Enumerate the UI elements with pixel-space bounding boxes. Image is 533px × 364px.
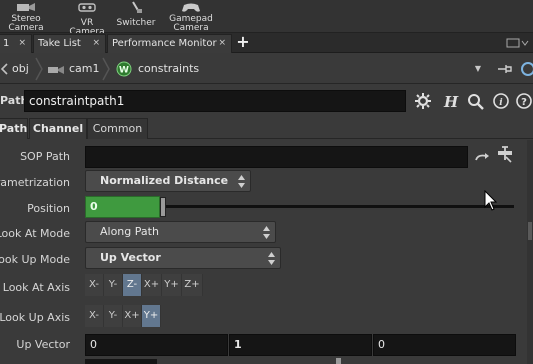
menu-value: Along Path	[100, 225, 159, 238]
up-down-arrows-icon	[238, 175, 245, 188]
sop-path-label: SOP Path	[20, 150, 70, 163]
look-at-axis-y-pos[interactable]: Y+	[162, 274, 182, 296]
breadcrumb-separator-icon	[102, 57, 110, 81]
tab-label: 1	[3, 38, 10, 49]
up-vector-z-field[interactable]: 0	[373, 334, 516, 356]
position-label: Position	[27, 202, 70, 215]
look-at-axis-z-neg[interactable]: Z-	[123, 274, 142, 296]
add-tab-button[interactable]: +	[235, 33, 251, 53]
parameter-folder-tabs: Path Channel Common	[0, 117, 533, 139]
mouse-cursor-icon	[484, 190, 498, 211]
tab-label: Take List	[38, 38, 81, 49]
look-at-axis-x-neg[interactable]: X-	[85, 274, 104, 296]
shelf-label: Camera	[8, 23, 44, 33]
look-up-axis-y-neg[interactable]: Y-	[104, 305, 123, 327]
tab-path[interactable]: Path	[0, 118, 28, 139]
pane-menu-icon[interactable]	[505, 36, 529, 50]
menu-value: Up Vector	[100, 251, 161, 264]
tab-common[interactable]: Common	[87, 118, 148, 139]
jump-arrow-icon[interactable]	[474, 151, 490, 163]
gamepad-camera-icon	[182, 3, 200, 12]
look-at-axis-x-pos[interactable]: X+	[142, 274, 162, 296]
position-field[interactable]: 0	[85, 196, 160, 218]
close-icon[interactable]: ×	[18, 35, 26, 52]
pin-icon[interactable]	[497, 62, 513, 76]
look-up-axis-x-pos[interactable]: X+	[123, 305, 142, 327]
look-at-mode-menu[interactable]: Along Path	[85, 221, 276, 243]
next-parameter-field[interactable]	[85, 359, 157, 364]
look-at-axis-label: Look At Axis	[2, 281, 70, 294]
breadcrumb-separator-icon	[35, 57, 43, 81]
breadcrumb-cam1[interactable]: cam1	[69, 60, 100, 78]
help-icon[interactable]: ?	[514, 92, 533, 110]
up-vector-label: Up Vector	[16, 338, 70, 351]
node-name-field[interactable]: constraintpath1	[24, 90, 406, 112]
look-up-mode-menu[interactable]: Up Vector	[85, 247, 281, 269]
svg-text:H: H	[443, 93, 459, 110]
look-at-axis-y-neg[interactable]: Y-	[104, 274, 123, 296]
close-icon[interactable]: ×	[218, 35, 226, 52]
chop-network-icon: W	[116, 61, 132, 77]
breadcrumb-constraints[interactable]: constraints	[138, 60, 199, 78]
tab-take-list[interactable]: Take List ×	[33, 34, 106, 53]
look-at-axis-z-pos[interactable]: Z+	[182, 274, 203, 296]
vr-camera-tool[interactable]: VR Camera	[62, 0, 112, 37]
info-icon[interactable]: i	[491, 92, 511, 110]
shelf-label: Switcher	[116, 18, 156, 28]
switcher-tool[interactable]: Switcher	[114, 0, 158, 33]
parametrization-menu[interactable]: Normalized Distance	[85, 170, 251, 192]
shelf-label: Camera	[173, 23, 209, 33]
sop-path-field[interactable]	[85, 146, 468, 168]
houdini-h-icon[interactable]: H	[440, 92, 460, 110]
path-bar: obj cam1 W constraints ▼	[0, 54, 533, 84]
up-vector-y-field[interactable]: 1	[229, 334, 372, 356]
position-slider-track[interactable]	[166, 205, 514, 208]
menu-value: Normalized Distance	[100, 174, 229, 187]
tab-performance-monitor[interactable]: Performance Monitor ×	[107, 34, 232, 53]
camera-icon	[48, 66, 64, 74]
gamepad-camera-tool[interactable]: Gamepad Camera	[166, 0, 216, 33]
tab-1[interactable]: 1 ×	[0, 34, 32, 53]
shelf-toolbar: Stereo Camera VR Camera Switcher Gamepad…	[0, 0, 533, 37]
gear-icon[interactable]	[413, 92, 433, 110]
look-at-mode-label: Look At Mode	[0, 227, 70, 240]
next-slider-handle[interactable]	[336, 358, 341, 364]
stereo-camera-tool[interactable]: Stereo Camera	[4, 0, 48, 33]
look-up-axis-toggles: X- Y- X+ Y+	[85, 305, 161, 327]
look-up-axis-y-pos[interactable]: Y+	[142, 305, 161, 327]
switcher-icon	[132, 1, 142, 13]
up-vector-x-field[interactable]: 0	[85, 334, 228, 356]
search-icon[interactable]	[466, 92, 486, 110]
pane-tab-bar: 1 × Take List × Performance Monitor × +	[0, 33, 533, 53]
stereo-camera-icon	[17, 3, 35, 11]
help-browser-icon[interactable]	[518, 61, 533, 77]
breadcrumb-obj[interactable]: obj	[12, 60, 29, 78]
scrollbar-thumb[interactable]	[528, 222, 532, 240]
close-icon[interactable]: ×	[92, 35, 100, 52]
tab-label: Performance Monitor	[112, 38, 217, 49]
vr-camera-icon	[78, 3, 96, 12]
arrow-left-icon[interactable]	[0, 63, 10, 75]
scrollbar-track[interactable]	[527, 140, 533, 364]
node-chooser-icon[interactable]	[496, 146, 514, 164]
up-down-arrows-icon	[263, 226, 270, 239]
svg-text:i: i	[499, 98, 503, 108]
parameter-header: Path constraintpath1 H i ?	[0, 86, 533, 116]
up-down-arrows-icon	[268, 252, 275, 265]
parametrization-label: arametrization	[0, 176, 70, 189]
svg-text:W: W	[119, 66, 129, 76]
svg-text:?: ?	[521, 97, 527, 108]
tab-channel[interactable]: Channel	[29, 118, 87, 139]
look-up-axis-label: Look Up Axis	[0, 311, 70, 324]
look-up-axis-x-neg[interactable]: X-	[85, 305, 104, 327]
look-at-axis-toggles: X- Y- Z- X+ Y+ Z+	[85, 274, 203, 296]
chevron-down-icon[interactable]: ▼	[470, 60, 486, 78]
look-up-mode-label: Look Up Mode	[0, 253, 70, 266]
